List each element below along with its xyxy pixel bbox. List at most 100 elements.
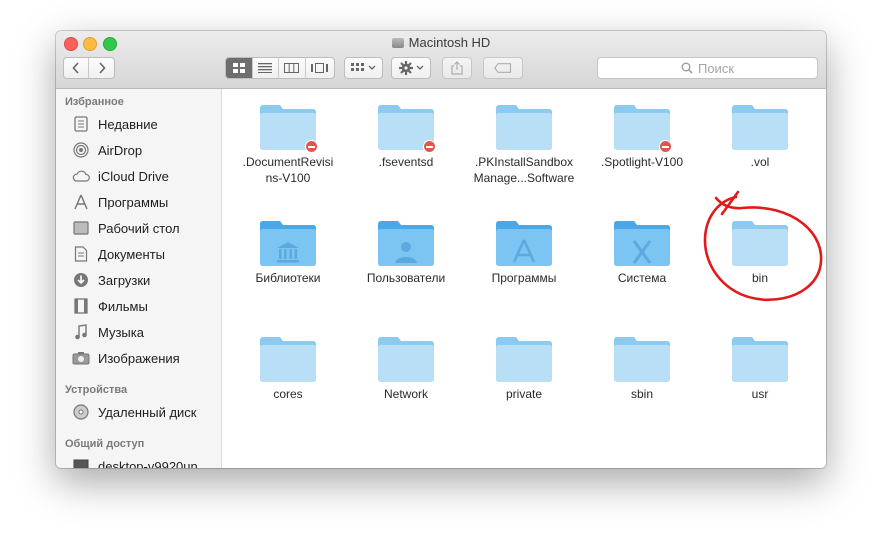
search-field[interactable]: Поиск [597,57,818,79]
file-item[interactable]: bin [701,218,819,286]
column-view-button[interactable] [279,58,306,78]
file-name-line: .Spotlight-V100 [600,155,684,169]
folder-icon [376,102,436,153]
devices-header: Устройства [65,384,128,396]
sidebar-item-airdrop[interactable]: AirDrop [72,139,142,161]
library-folder-icon [258,218,318,268]
file-name: Network [347,386,465,402]
grid-icon [232,63,245,73]
documents-icon [72,246,90,262]
system-folder-icon [612,218,672,268]
file-item[interactable]: Пользователи [347,218,465,286]
share-button[interactable] [442,57,472,79]
file-name-line: Программы [491,271,557,285]
file-grid: .DocumentRevisi ns-V100 .fseventsd .PKInsta… [222,89,826,468]
no-access-badge-icon [659,140,672,153]
cover-flow-button[interactable] [306,58,334,78]
action-button[interactable] [391,57,431,79]
file-name-line: Manage...Software [473,171,575,185]
folder-icon [494,102,554,152]
icon-view-button[interactable] [226,58,253,78]
sidebar-item-remote-disc[interactable]: Удаленный диск [72,401,196,423]
sidebar-item-label: Музыка [98,324,144,340]
camera-icon [72,350,90,366]
file-item[interactable]: Система [583,218,701,286]
shared-header: Общий доступ [65,438,145,450]
chevron-left-icon [72,62,79,74]
file-item[interactable]: .fseventsd [347,102,465,170]
music-icon [72,324,90,340]
back-button[interactable] [64,58,90,78]
folder-icon [612,334,672,384]
sidebar-item-recents[interactable]: Недавние [72,113,158,135]
sidebar-item-icloud[interactable]: iCloud Drive [72,165,169,187]
file-item[interactable]: Библиотеки [229,218,347,286]
file-name: .vol [701,154,819,170]
tag-icon [494,63,512,73]
chevron-down-icon [416,65,423,70]
sidebar-item-music[interactable]: Музыка [72,321,144,343]
file-name-line: .vol [750,155,770,169]
file-item[interactable]: Программы [465,218,583,286]
columns-icon [284,63,300,73]
folder-icon [376,334,436,384]
folder-icon [258,102,318,153]
file-name-line: Пользователи [366,271,446,285]
sidebar-item-label: Документы [98,246,166,262]
file-name: sbin [583,386,701,402]
applications-icon [72,194,90,210]
arrange-icon [351,63,364,71]
applications-folder-icon [494,218,554,268]
file-item[interactable]: sbin [583,334,701,402]
file-item[interactable]: .vol [701,102,819,170]
list-icon [258,63,273,73]
folder-icon [612,102,672,153]
recents-icon [72,116,90,132]
file-name-line: usr [751,387,769,401]
file-item[interactable]: .DocumentRevisi ns-V100 [229,102,347,186]
desktop-icon [72,220,90,236]
file-name-line: Network [383,387,428,401]
sidebar-item-downloads[interactable]: Загрузки [72,269,150,291]
file-item[interactable]: .PKInstallSandbox Manage...Software [465,102,583,186]
file-item[interactable]: .Spotlight-V100 [583,102,701,170]
file-name: private [465,386,583,402]
sidebar-item-label: Рабочий стол [98,220,180,236]
file-name: .DocumentRevisi ns-V100 [229,154,347,186]
sidebar-item-applications[interactable]: Программы [72,191,168,213]
file-item[interactable]: Network [347,334,465,402]
sidebar-item-label: Фильмы [98,298,148,314]
sidebar-item-movies[interactable]: Фильмы [72,295,148,317]
arrange-button[interactable] [344,57,383,79]
file-name: cores [229,386,347,402]
folder-icon [730,102,790,152]
file-name: .PKInstallSandbox Manage...Software [465,154,583,186]
file-item[interactable]: cores [229,334,347,402]
file-name: Библиотеки [229,270,347,286]
file-name-line: Библиотеки [255,271,321,285]
sidebar-item-label: AirDrop [98,142,143,158]
sidebar-item-pictures[interactable]: Изображения [72,347,180,369]
no-access-badge-icon [423,140,436,153]
forward-button[interactable] [89,58,114,78]
cover-flow-icon [311,63,329,73]
file-name-line: .PKInstallSandbox [474,155,574,169]
file-name: bin [701,270,819,286]
users-folder-icon [376,218,436,268]
file-item[interactable]: private [465,334,583,402]
window-title-text: Macintosh HD [408,35,491,50]
chevron-right-icon [98,62,106,74]
nav-buttons [63,57,115,79]
file-item[interactable]: usr [701,334,819,402]
file-name: Программы [465,270,583,286]
sidebar-item-documents[interactable]: Документы [72,243,165,265]
sidebar-item-desktop[interactable]: Рабочий стол [72,217,180,239]
list-view-button[interactable] [253,58,280,78]
sidebar-item-shared-desktop[interactable]: desktop-v9920un [72,455,198,468]
folder-icon [730,218,790,268]
file-name-line: .fseventsd [378,155,434,169]
file-name-line: .DocumentRevisi [242,155,334,169]
file-name: Пользователи [347,270,465,286]
tag-button[interactable] [483,57,523,79]
folder-icon [730,334,790,384]
